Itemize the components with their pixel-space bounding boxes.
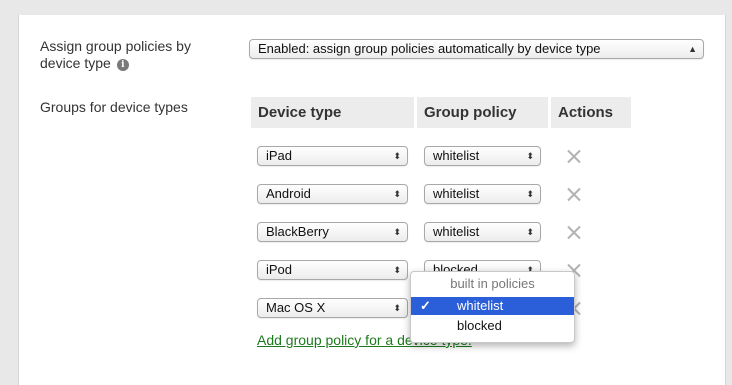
groups-label: Groups for device types (40, 99, 188, 115)
device-value: Mac OS X (266, 300, 326, 315)
option-label: blocked (457, 318, 502, 333)
dropdown-group-label: built in policies (450, 276, 535, 291)
check-icon: ✓ (420, 298, 431, 313)
select-arrows-icon: ⬍ (393, 303, 401, 313)
assign-select[interactable]: Enabled: assign group policies automatic… (249, 39, 704, 59)
device-select-blackberry[interactable]: BlackBerry ⬍ (257, 222, 408, 242)
remove-blackberry-icon[interactable] (567, 225, 581, 239)
header-device-type: Device type (251, 97, 414, 128)
select-arrows-icon: ⬍ (393, 227, 401, 237)
policy-select-ipad[interactable]: whitelist ⬍ (424, 146, 541, 166)
assign-select-value: Enabled: assign group policies automatic… (258, 41, 601, 56)
policy-value: whitelist (433, 186, 480, 201)
remove-ipad-icon[interactable] (567, 149, 581, 163)
header-group-policy: Group policy (417, 97, 548, 128)
select-arrows-icon: ⬍ (393, 265, 401, 275)
device-value: iPod (266, 262, 293, 277)
info-icon[interactable]: i (116, 59, 129, 71)
policy-select-blackberry[interactable]: whitelist ⬍ (424, 222, 541, 242)
header-actions: Actions (551, 97, 631, 128)
assign-label-line1: Assign group policies by (40, 38, 191, 54)
select-arrows-icon: ⬍ (526, 189, 534, 199)
assign-label: Assign group policies by device type i (40, 38, 191, 72)
select-arrows-icon: ⬍ (526, 227, 534, 237)
assign-label-line2: device type (40, 55, 111, 71)
select-arrows-icon: ⬍ (526, 151, 534, 161)
device-select-ipod[interactable]: iPod ⬍ (257, 260, 408, 280)
select-arrows-icon: ⬍ (393, 189, 401, 199)
dropdown-option-blocked[interactable]: blocked (411, 317, 574, 335)
device-value: Android (266, 186, 311, 201)
policy-dropdown-menu: built in policies ✓ whitelist blocked (410, 271, 575, 343)
policy-select-android[interactable]: whitelist ⬍ (424, 184, 541, 204)
device-select-android[interactable]: Android ⬍ (257, 184, 408, 204)
policy-value: whitelist (433, 224, 480, 239)
device-value: BlackBerry (266, 224, 329, 239)
device-select-macosx[interactable]: Mac OS X ⬍ (257, 298, 408, 318)
dropdown-option-whitelist[interactable]: ✓ whitelist (411, 297, 574, 315)
option-label: whitelist (457, 298, 504, 313)
remove-android-icon[interactable] (567, 187, 581, 201)
device-select-ipad[interactable]: iPad ⬍ (257, 146, 408, 166)
device-value: iPad (266, 148, 293, 163)
select-arrows-icon: ⬍ (393, 151, 401, 161)
select-arrows-icon: ▲ (688, 44, 697, 54)
policy-value: whitelist (433, 148, 480, 163)
